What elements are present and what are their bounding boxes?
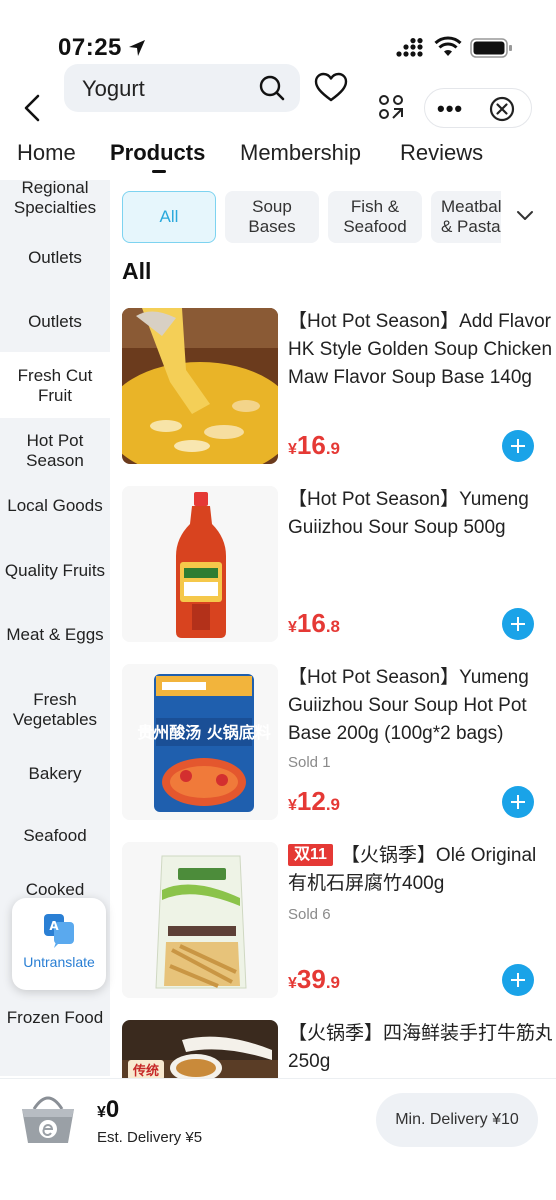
product-title[interactable]: 【Hot Pot Season】Yumeng Guiizhou Sour Sou… <box>288 664 554 748</box>
sidebar-item-outlets[interactable]: Outlets <box>0 248 110 268</box>
more-options-icon[interactable]: ••• <box>437 96 463 122</box>
back-icon[interactable] <box>18 92 48 124</box>
capsule-menu: ••• <box>424 88 532 128</box>
sidebar-item-hot-pot-season[interactable]: Hot Pot Season <box>0 431 110 471</box>
tab-membership[interactable]: Membership <box>240 140 361 166</box>
product-packet-text: 贵州酸汤 火锅底料 <box>137 723 271 742</box>
sidebar-item-quality-fruits[interactable]: Quality Fruits <box>0 561 110 581</box>
product-card[interactable]: 【Hot Pot Season】Yumeng Guiizhou Sour Sou… <box>122 486 552 646</box>
untranslate-button[interactable]: A Untranslate <box>12 898 106 990</box>
mini-program-controls: ••• <box>366 86 536 130</box>
tab-reviews[interactable]: Reviews <box>400 140 483 166</box>
tab-products[interactable]: Products <box>110 140 205 166</box>
product-image[interactable] <box>122 842 278 998</box>
cart-bar: ¥0 Est. Delivery ¥5 Min. Delivery ¥10 <box>0 1078 556 1200</box>
product-title[interactable]: 【火锅季】四海鲜装手打牛筋丸250g <box>288 1020 552 1076</box>
svg-text:A: A <box>49 919 59 933</box>
chevron-down-icon[interactable] <box>514 206 536 226</box>
sidebar-item-fresh-vegetables[interactable]: Fresh Vegetables <box>0 690 110 730</box>
min-delivery-button[interactable]: Min. Delivery ¥10 <box>376 1093 538 1147</box>
wifi-icon <box>434 36 462 56</box>
tab-home[interactable]: Home <box>17 140 76 166</box>
sidebar-item-frozen-food[interactable]: Frozen Food <box>0 1008 110 1028</box>
product-title[interactable]: 【Hot Pot Season】Yumeng Guiizhou Sour Sou… <box>288 486 554 542</box>
sidebar-item-outlets-2[interactable]: Outlets <box>0 312 110 332</box>
product-price: ¥16.8 <box>288 608 341 638</box>
product-image[interactable]: 贵州酸汤 火锅底料 <box>122 664 278 820</box>
product-price: ¥16.9 <box>288 430 341 460</box>
untranslate-label: Untranslate <box>23 954 95 970</box>
sidebar-item-bakery[interactable]: Bakery <box>0 764 110 784</box>
search-icon[interactable] <box>258 74 286 102</box>
cart-total: ¥0 <box>97 1096 120 1123</box>
sidebar-item-cooked[interactable]: Cooked <box>0 880 110 900</box>
shopping-basket-icon[interactable] <box>18 1089 78 1147</box>
search-bar[interactable]: Yogurt <box>64 64 300 112</box>
search-input[interactable]: Yogurt <box>82 76 145 102</box>
product-image[interactable] <box>122 486 278 642</box>
add-to-cart-button[interactable] <box>502 964 534 996</box>
sidebar-item-fresh-cut-fruit[interactable]: Fresh Cut Fruit <box>0 352 110 418</box>
product-title[interactable]: 【Hot Pot Season】Add Flavor HK Style Gold… <box>288 308 554 392</box>
product-tag: 传统 <box>132 1063 159 1078</box>
double-11-badge: 双11 <box>288 844 333 866</box>
close-icon[interactable] <box>489 96 515 122</box>
product-card[interactable]: 双11 【火锅季】Olé Original 有机石屏腐竹400g Sold 6 ¥… <box>122 842 552 1002</box>
filter-chip-soup-bases[interactable]: Soup Bases <box>225 191 319 243</box>
sold-count: Sold 6 <box>288 906 331 923</box>
estimated-delivery-fee: Est. Delivery ¥5 <box>97 1129 203 1146</box>
product-image[interactable] <box>122 308 278 464</box>
heart-icon[interactable] <box>314 72 348 104</box>
translate-icon: A <box>44 914 74 948</box>
status-time: 07:25 <box>58 34 122 61</box>
scan-icon[interactable] <box>378 94 404 120</box>
product-card[interactable]: 贵州酸汤 火锅底料 【Hot Pot Season】Yumeng Guiizho… <box>122 664 552 824</box>
sidebar-item-regional-specialties[interactable]: Regional Specialties <box>0 180 110 230</box>
product-card[interactable]: 【Hot Pot Season】Add Flavor HK Style Gold… <box>122 308 552 468</box>
sidebar-item-local-goods[interactable]: Local Goods <box>0 496 110 516</box>
location-arrow-icon <box>129 40 145 56</box>
sidebar-item-meat-eggs[interactable]: Meat & Eggs <box>0 625 110 645</box>
product-title[interactable]: 双11 【火锅季】Olé Original 有机石屏腐竹400g <box>288 842 554 898</box>
product-price: ¥39.9 <box>288 964 341 994</box>
cellular-signal-icon <box>396 38 423 57</box>
add-to-cart-button[interactable] <box>502 786 534 818</box>
product-price: ¥12.9 <box>288 786 341 816</box>
filter-chip-meatballs-pasta[interactable]: Meatballs & Pasta <box>431 191 501 243</box>
active-tab-indicator <box>152 170 166 173</box>
product-image[interactable]: 传统 <box>122 1020 278 1078</box>
store-tabs: Home Products Membership Reviews <box>0 136 556 180</box>
sold-count: Sold 1 <box>288 754 331 771</box>
add-to-cart-button[interactable] <box>502 430 534 462</box>
filter-chip-all[interactable]: All <box>122 191 216 243</box>
section-title: All <box>122 258 152 284</box>
product-card[interactable]: 传统 【火锅季】四海鲜装手打牛筋丸250g <box>122 1020 552 1078</box>
add-to-cart-button[interactable] <box>502 608 534 640</box>
battery-icon <box>470 38 512 58</box>
status-bar: 07:25 <box>0 0 556 70</box>
sidebar-item-seafood[interactable]: Seafood <box>0 826 110 846</box>
filter-chip-fish-seafood[interactable]: Fish & Seafood <box>328 191 422 243</box>
